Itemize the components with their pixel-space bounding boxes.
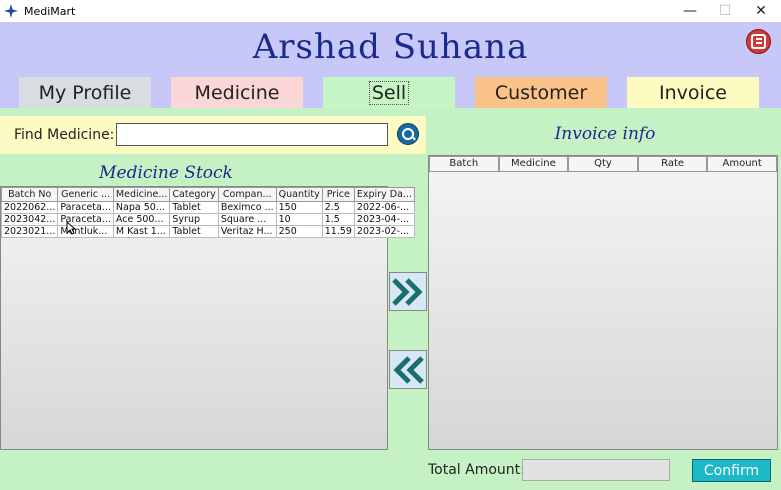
- table-cell: Square ...: [217, 213, 277, 226]
- column-header[interactable]: Qty: [568, 156, 638, 172]
- find-medicine-bar: Find Medicine:: [0, 116, 426, 154]
- table-cell: 2022062...: [0, 201, 59, 214]
- table-cell: 1.5: [321, 213, 355, 226]
- table-cell: 2023-02-...: [353, 225, 415, 238]
- tab-label: Medicine: [194, 81, 280, 104]
- column-header[interactable]: Amount: [707, 156, 777, 172]
- table-cell: Napa 50...: [112, 201, 171, 214]
- column-header[interactable]: Category: [169, 187, 219, 202]
- table-cell: 2023042...: [0, 213, 59, 226]
- table-cell: 2022-06-...: [353, 201, 415, 214]
- window-title: MediMart: [24, 4, 76, 18]
- tab-invoice[interactable]: Invoice: [627, 77, 759, 108]
- table-cell: Syrup: [169, 213, 219, 226]
- tab-label: Customer: [494, 81, 588, 104]
- table-cell: 11.59: [321, 225, 355, 238]
- remove-from-invoice-button[interactable]: [389, 350, 427, 389]
- table-cell: Veritaz H...: [217, 225, 277, 238]
- double-chevron-right-icon: [392, 277, 423, 306]
- total-amount-field[interactable]: [522, 459, 670, 481]
- tab-medicine[interactable]: Medicine: [171, 77, 303, 108]
- add-to-invoice-button[interactable]: [389, 272, 427, 311]
- table-cell: Tablet: [169, 201, 219, 214]
- minimize-button[interactable]: —: [673, 0, 707, 22]
- mouse-cursor-icon: [66, 221, 76, 235]
- column-header[interactable]: Compan...: [217, 187, 277, 202]
- table-cell: 10: [275, 213, 323, 226]
- find-medicine-label: Find Medicine:: [14, 127, 115, 143]
- app-header: Arshad Suhana My Profile Medicine Sell C…: [0, 22, 781, 109]
- column-header[interactable]: Price: [321, 187, 355, 202]
- app-icon: [4, 4, 18, 18]
- user-name-heading: Arshad Suhana: [252, 27, 529, 67]
- table-cell: 250: [275, 225, 323, 238]
- table-cell: Tablet: [169, 225, 219, 238]
- medicine-stock-title: Medicine Stock: [99, 163, 233, 183]
- table-cell: 2.5: [321, 201, 355, 214]
- table-cell: M Kast 1...: [112, 225, 171, 238]
- table-row[interactable]: 2023042... Paraceta... Ace 500... Syrup …: [0, 213, 415, 226]
- column-header[interactable]: Batch: [429, 156, 499, 172]
- table-cell: 2023-04-...: [353, 213, 415, 226]
- column-header[interactable]: Medicine: [498, 156, 569, 172]
- tab-my-profile[interactable]: My Profile: [19, 77, 151, 108]
- find-medicine-input[interactable]: [116, 123, 388, 146]
- table-row[interactable]: 2022062... Paraceta... Napa 50... Tablet…: [0, 201, 415, 214]
- tab-label: My Profile: [38, 81, 132, 104]
- invoice-table-panel: Batch Medicine Qty Rate Amount: [428, 155, 778, 450]
- tab-sell[interactable]: Sell: [323, 77, 455, 109]
- column-header[interactable]: Rate: [637, 156, 708, 172]
- double-chevron-left-icon: [393, 355, 424, 384]
- column-header[interactable]: Expiry Da...: [353, 187, 415, 202]
- logout-button[interactable]: [746, 29, 771, 54]
- search-button[interactable]: [397, 123, 419, 145]
- tab-label: Sell: [368, 81, 410, 105]
- table-cell: Ace 500...: [112, 213, 171, 226]
- sell-panel: Find Medicine: Medicine Stock Batch No G…: [0, 108, 781, 490]
- table-cell: Beximco ...: [217, 201, 277, 214]
- tab-customer[interactable]: Customer: [475, 77, 607, 108]
- tab-label: Invoice: [659, 81, 727, 104]
- window-titlebar: MediMart — ☐ ✕: [0, 0, 781, 22]
- column-header[interactable]: Generic ...: [57, 187, 114, 202]
- column-header[interactable]: Quantity: [275, 187, 323, 202]
- column-header[interactable]: Medicine...: [112, 187, 171, 202]
- table-cell: 2023021...: [0, 225, 59, 238]
- invoice-table-header: Batch Medicine Qty Rate Amount: [429, 156, 777, 172]
- table-cell: Paraceta...: [57, 201, 114, 214]
- total-amount-label: Total Amount:: [428, 462, 525, 478]
- table-header-row: Batch No Generic ... Medicine... Categor…: [0, 187, 415, 202]
- table-cell: 150: [275, 201, 323, 214]
- maximize-button[interactable]: ☐: [708, 0, 742, 22]
- logout-icon: [751, 34, 766, 49]
- medicine-stock-table-panel: Batch No Generic ... Medicine... Categor…: [0, 186, 415, 450]
- invoice-info-title: Invoice info: [554, 124, 656, 144]
- close-button[interactable]: ✕: [744, 0, 778, 22]
- medicine-stock-table: Batch No Generic ... Medicine... Categor…: [0, 187, 415, 238]
- table-row[interactable]: 2023021... Montluk... M Kast 1... Tablet…: [0, 225, 415, 238]
- column-header[interactable]: Batch No: [0, 187, 59, 202]
- confirm-button[interactable]: Confirm: [692, 459, 771, 482]
